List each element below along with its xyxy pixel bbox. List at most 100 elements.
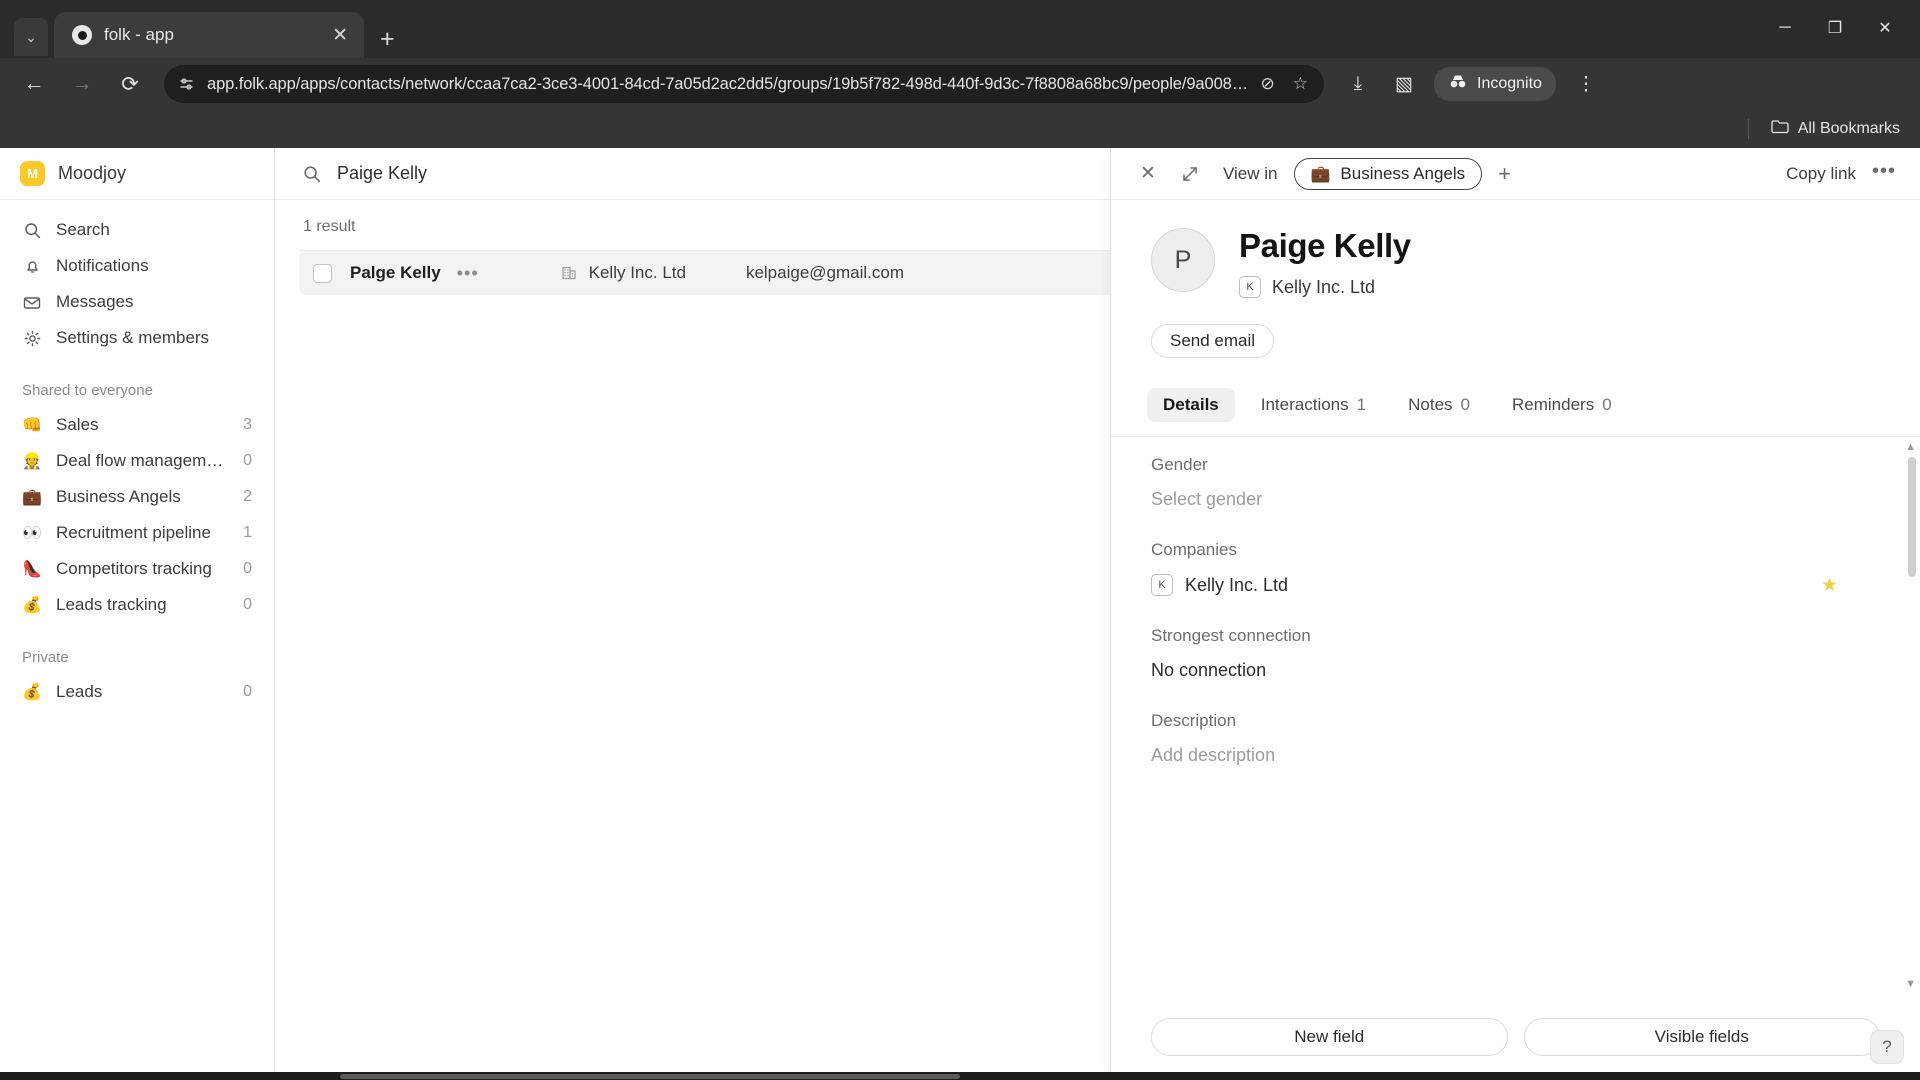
send-email-button[interactable]: Send email: [1151, 324, 1275, 359]
folder-icon: [1771, 119, 1789, 139]
contact-company: Kelly Inc. Ltd: [588, 263, 686, 282]
sidebar-item-notifications[interactable]: Notifications: [12, 248, 262, 284]
search-icon: [22, 222, 42, 239]
sidebar-item-search[interactable]: Search: [12, 212, 262, 248]
sidebar-item-competitors-tracking[interactable]: 👠 Competitors tracking 0: [12, 551, 262, 587]
side-panel-icon[interactable]: ▧: [1388, 68, 1420, 100]
folk-app: M Moodjoy Search Notifications Messages …: [0, 148, 1920, 1080]
browser-window: ⌄ folk - app ✕ + ─ ❐ ✕ ← → ⟳ app.folk.ap…: [0, 0, 1920, 1080]
help-button[interactable]: ?: [1870, 1030, 1904, 1064]
eyes-emoji-icon: 👀: [22, 525, 42, 542]
url-input[interactable]: app.folk.app/apps/contacts/network/ccaa7…: [164, 65, 1324, 103]
vertical-scrollbar[interactable]: ▲ ▼: [1905, 441, 1916, 990]
workspace-switcher[interactable]: M Moodjoy: [0, 148, 274, 200]
sidebar-item-sales[interactable]: 👊 Sales 3: [12, 407, 262, 443]
company-value[interactable]: K Kelly Inc. Ltd: [1151, 574, 1288, 597]
workspace-name: Moodjoy: [58, 163, 127, 183]
expand-icon[interactable]: [1177, 161, 1203, 187]
fist-emoji-icon: 👊: [22, 417, 42, 434]
sidebar-item-count: 1: [243, 524, 252, 541]
bookmark-star-icon[interactable]: ☆: [1293, 74, 1308, 94]
avatar: P: [1151, 228, 1215, 292]
tab-label: Details: [1163, 395, 1219, 415]
private-section-title: Private: [22, 649, 69, 666]
window-close-icon[interactable]: ✕: [1860, 8, 1910, 48]
scroll-up-icon[interactable]: ▲: [1905, 441, 1916, 453]
sidebar-item-label: Business Angels: [56, 487, 181, 506]
strongest-connection-value[interactable]: No connection: [1151, 660, 1880, 681]
contact-company-row[interactable]: K Kelly Inc. Ltd: [1239, 276, 1411, 299]
chrome-menu-icon[interactable]: ⋮: [1570, 68, 1602, 100]
shared-groups: 👊 Sales 3 👷 Deal flow management 0 💼 Bus…: [0, 407, 274, 623]
tab-strip: ⌄ folk - app ✕ + ─ ❐ ✕: [0, 0, 1920, 58]
briefcase-emoji-icon: 💼: [1310, 165, 1331, 183]
tab-count: 0: [1602, 395, 1612, 415]
scrollbar-thumb[interactable]: [340, 1074, 960, 1079]
scroll-down-icon[interactable]: ▼: [1905, 978, 1916, 990]
building-icon: [561, 265, 577, 281]
tab-search-button[interactable]: ⌄: [14, 18, 48, 56]
close-icon[interactable]: ✕: [328, 22, 352, 49]
tracking-protection-icon[interactable]: ⊘: [1261, 74, 1275, 94]
incognito-label: Incognito: [1477, 75, 1542, 92]
gender-select[interactable]: Select gender: [1151, 489, 1880, 510]
workspace-logo: M: [20, 161, 45, 186]
fields-scroll-area: Gender Select gender Companies K Kelly I…: [1111, 436, 1920, 994]
sidebar-item-business-angels[interactable]: 💼 Business Angels 2: [12, 479, 262, 515]
incognito-icon: [1448, 74, 1468, 94]
horizontal-scrollbar[interactable]: [0, 1072, 1920, 1080]
back-icon[interactable]: ←: [12, 64, 56, 104]
scrollbar-thumb[interactable]: [1908, 457, 1916, 578]
tab-label: Interactions: [1260, 395, 1349, 415]
more-options-icon[interactable]: •••: [1872, 161, 1896, 182]
sidebar-item-leads[interactable]: 💰 Leads 0: [12, 674, 262, 710]
tab-reminders[interactable]: Reminders 0: [1496, 388, 1628, 422]
favorite-star-icon[interactable]: ★: [1821, 574, 1838, 597]
site-settings-icon[interactable]: [178, 76, 195, 93]
bell-icon: [22, 258, 42, 275]
sidebar-item-label: Notifications: [56, 256, 149, 275]
downloads-icon[interactable]: ⤓: [1342, 68, 1374, 100]
sidebar-item-label: Deal flow management: [56, 451, 224, 470]
all-bookmarks-button[interactable]: All Bookmarks: [1771, 119, 1900, 139]
group-chip-business-angels[interactable]: 💼 Business Angels: [1293, 157, 1483, 190]
new-field-button[interactable]: New field: [1151, 1018, 1508, 1056]
incognito-indicator[interactable]: Incognito: [1434, 67, 1556, 101]
shared-section-title: Shared to everyone: [22, 382, 153, 399]
tab-details[interactable]: Details: [1147, 388, 1235, 423]
description-input[interactable]: Add description: [1151, 745, 1880, 766]
new-tab-button[interactable]: +: [380, 27, 395, 52]
sidebar-item-recruitment-pipeline[interactable]: 👀 Recruitment pipeline 1: [12, 515, 262, 551]
tab-label: Reminders: [1512, 395, 1595, 415]
row-checkbox[interactable]: [313, 263, 332, 283]
moneybag-emoji-icon: 💰: [22, 597, 42, 614]
sidebar-item-label: Sales: [56, 415, 99, 434]
divider: [1747, 119, 1749, 139]
tab-notes[interactable]: Notes 0: [1392, 388, 1486, 422]
browser-tab[interactable]: folk - app ✕: [54, 12, 364, 58]
add-to-group-button[interactable]: +: [1498, 161, 1511, 187]
minimize-icon[interactable]: ─: [1760, 8, 1810, 48]
close-icon[interactable]: ✕: [1135, 161, 1161, 187]
tab-interactions[interactable]: Interactions 1: [1245, 388, 1382, 422]
field-description: Description Add description: [1151, 711, 1880, 766]
sidebar-item-deal-flow-management[interactable]: 👷 Deal flow management 0: [12, 443, 262, 479]
sidebar-item-label: Recruitment pipeline: [56, 523, 211, 542]
primary-nav: Search Notifications Messages Settings &…: [0, 200, 274, 356]
sidebar-item-leads-tracking[interactable]: 💰 Leads tracking 0: [12, 587, 262, 623]
maximize-icon[interactable]: ❐: [1810, 8, 1860, 48]
copy-link-button[interactable]: Copy link: [1786, 164, 1856, 184]
detail-tabs: Details Interactions 1 Notes 0 Reminders…: [1111, 358, 1920, 423]
contact-detail-panel: ✕ View in 💼 Business Angels + Copy link …: [1110, 148, 1920, 1080]
forward-icon[interactable]: →: [60, 64, 104, 104]
sidebar-item-settings[interactable]: Settings & members: [12, 320, 262, 356]
chevron-down-icon: ⌄: [25, 28, 37, 45]
sidebar-item-messages[interactable]: Messages: [12, 284, 262, 320]
row-more-icon[interactable]: •••: [457, 264, 479, 282]
sidebar-item-label: Messages: [56, 292, 134, 311]
gear-icon: [22, 330, 42, 347]
visible-fields-button[interactable]: Visible fields: [1523, 1018, 1880, 1056]
envelope-icon: [22, 294, 42, 311]
sidebar-item-count: 0: [243, 452, 252, 469]
reload-icon[interactable]: ⟳: [108, 64, 152, 104]
